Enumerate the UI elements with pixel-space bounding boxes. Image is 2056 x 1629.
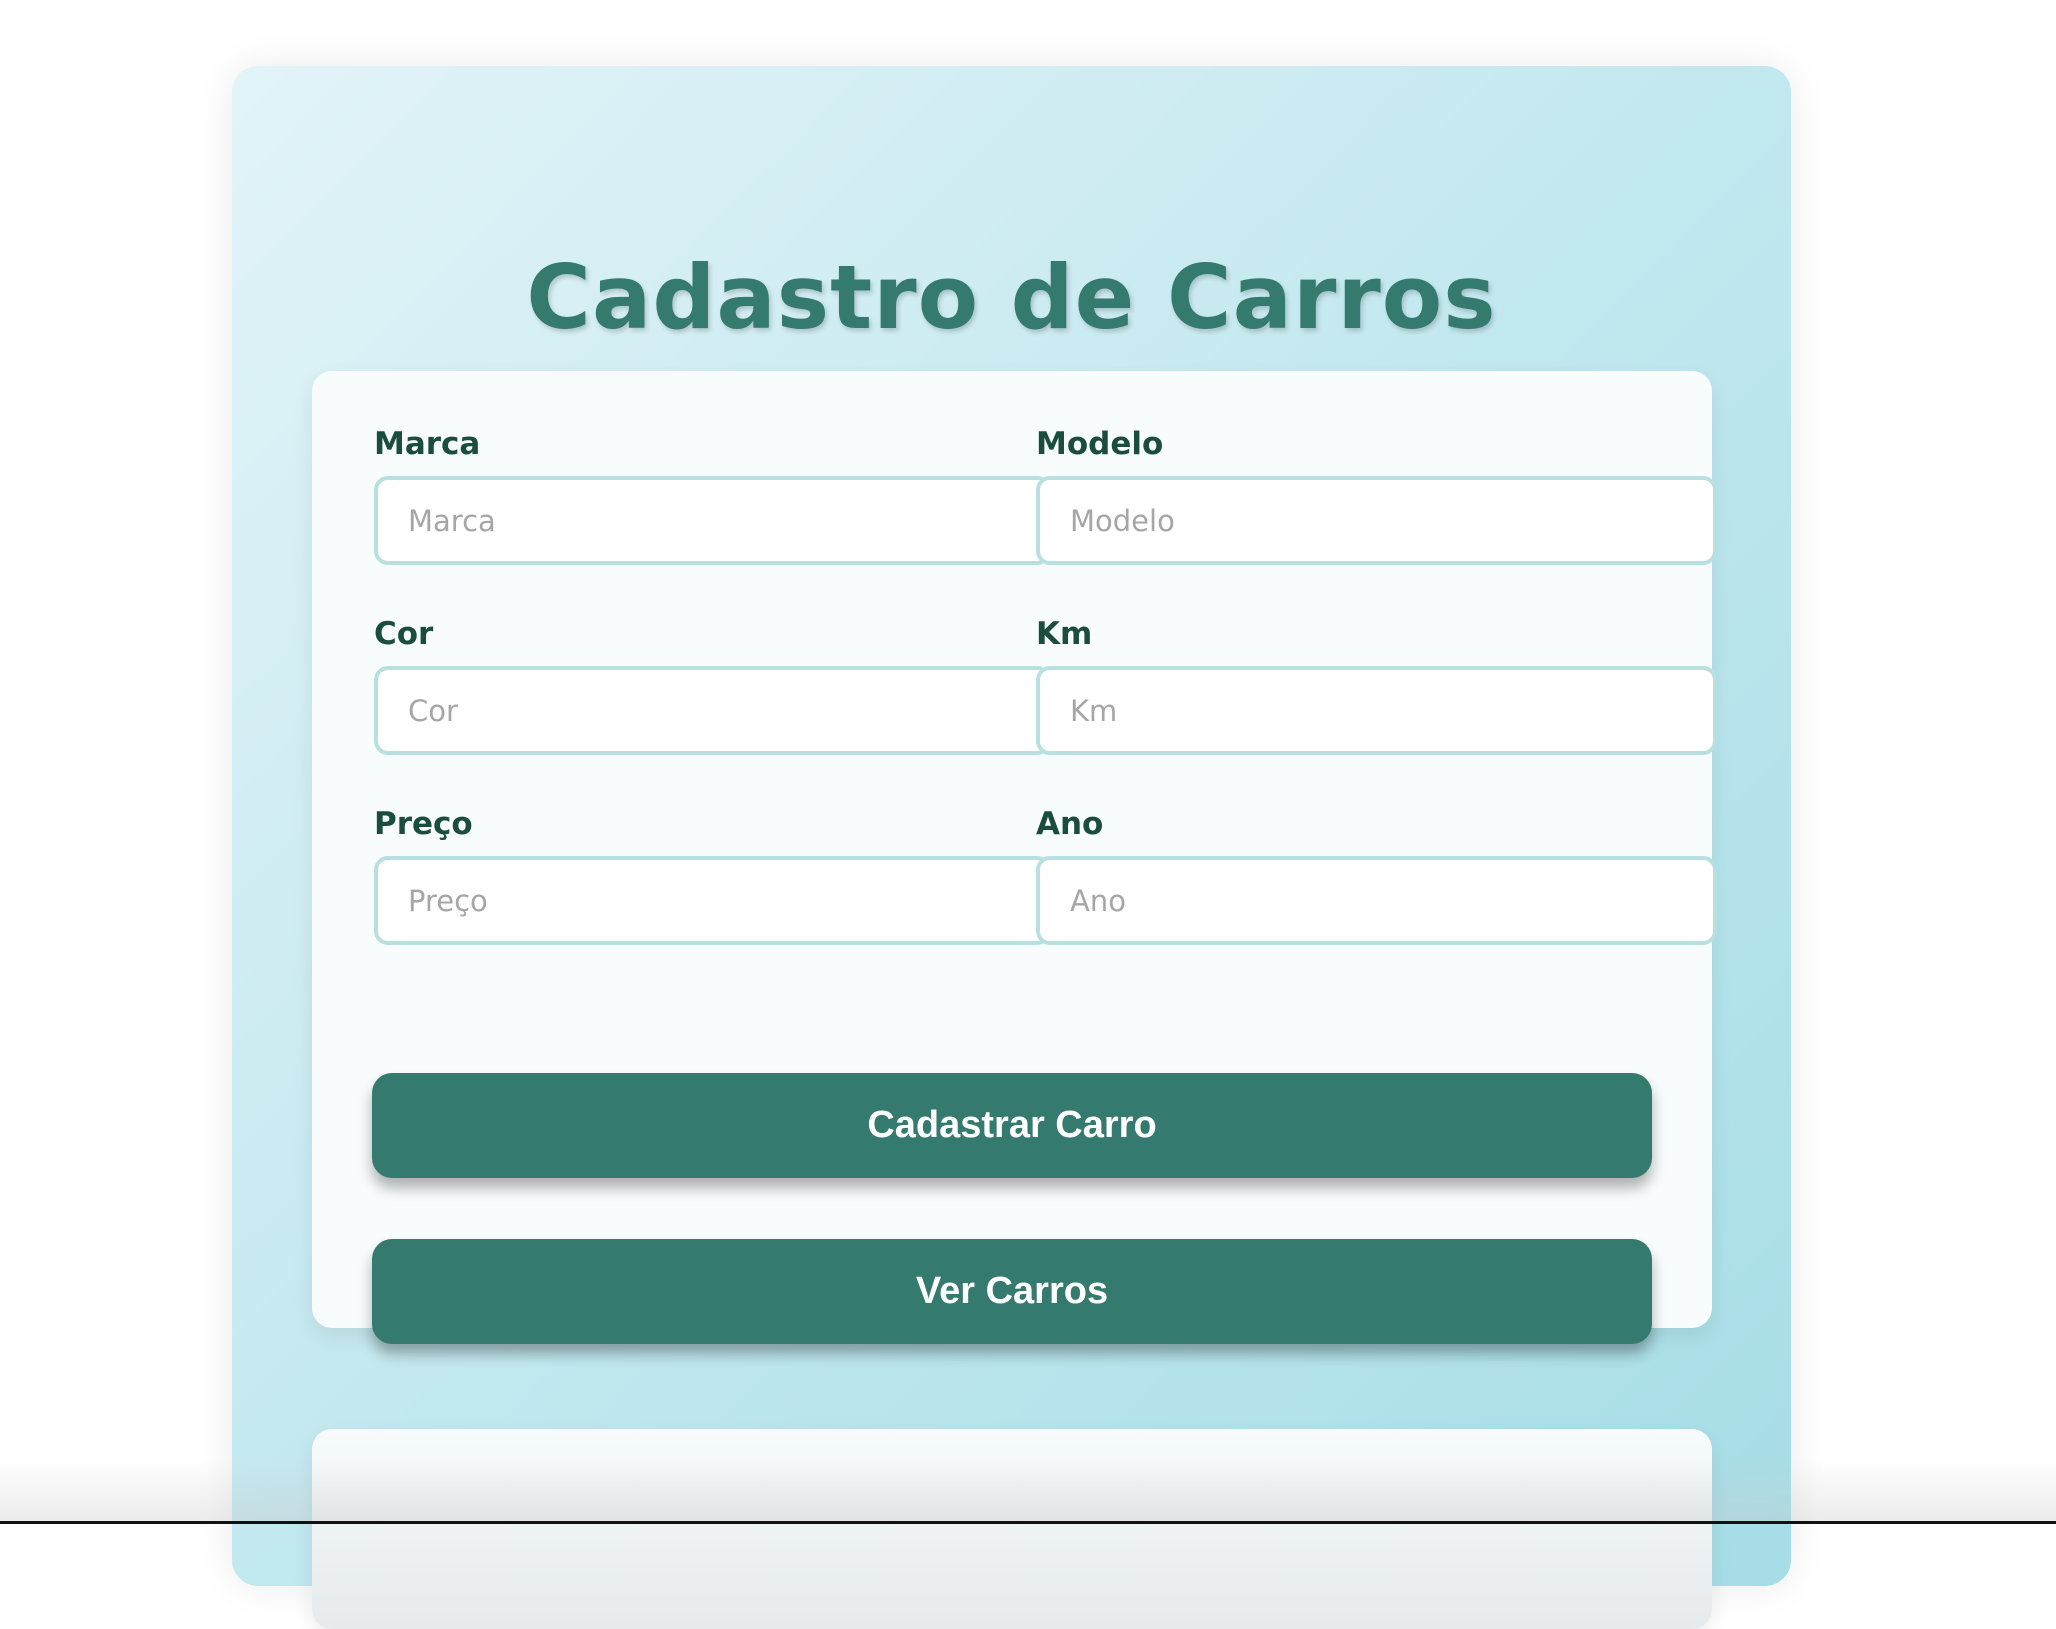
main-container: Cadastro de Carros Marca Modelo Cor Km P… [232, 66, 1791, 1629]
car-list-card [312, 1429, 1712, 1629]
km-label: Km [1036, 616, 1093, 652]
modelo-input[interactable] [1036, 476, 1717, 565]
marca-label: Marca [374, 426, 481, 462]
page-title: Cadastro de Carros [526, 246, 1497, 349]
preco-label: Preço [374, 806, 473, 842]
km-input[interactable] [1036, 666, 1717, 755]
marca-input[interactable] [374, 476, 1051, 565]
car-form-card: Marca Modelo Cor Km Preço Ano Cadastrar … [312, 371, 1717, 1344]
ano-input[interactable] [1036, 856, 1717, 945]
cor-label: Cor [374, 616, 434, 652]
cadastrar-carro-button[interactable]: Cadastrar Carro [372, 1073, 1652, 1178]
preco-input[interactable] [374, 856, 1051, 945]
modelo-label: Modelo [1036, 426, 1164, 462]
ano-label: Ano [1036, 806, 1104, 842]
cor-input[interactable] [374, 666, 1051, 755]
ver-carros-button[interactable]: Ver Carros [372, 1239, 1652, 1344]
